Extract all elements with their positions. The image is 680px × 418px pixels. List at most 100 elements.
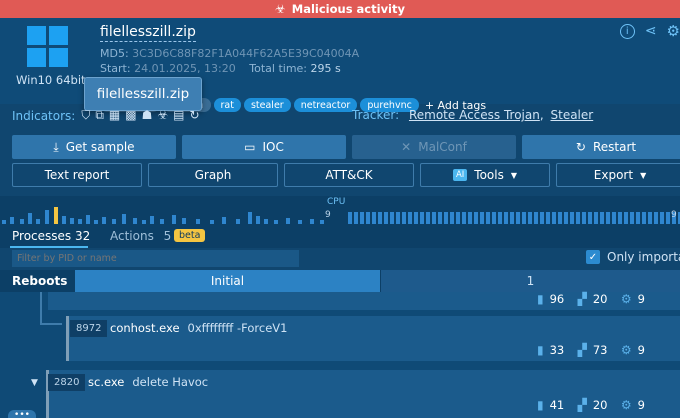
tab-actions[interactable]: Actions 5 bbox=[110, 229, 171, 243]
ai-badge: AI bbox=[452, 169, 468, 181]
timeline-number: 9 bbox=[671, 210, 677, 220]
tree-connector bbox=[40, 323, 62, 325]
process-filter-input[interactable] bbox=[12, 250, 299, 267]
timeline-bar bbox=[498, 212, 502, 224]
tracker-link-rat[interactable]: Remote Access Trojan bbox=[409, 108, 540, 122]
tabs-bar: Processes 32 Actions 5 bbox=[0, 224, 680, 248]
shield-icon[interactable]: ⛉ bbox=[81, 108, 90, 123]
ioc-button[interactable]: ▭ IOC bbox=[182, 135, 346, 159]
reboot-tab-1[interactable]: 1 bbox=[381, 270, 680, 292]
tracker: Tracker: Remote Access Trojan, Stealer bbox=[352, 108, 593, 122]
more-options-button[interactable]: ••• bbox=[8, 410, 36, 418]
tools-icon: ✕ bbox=[401, 140, 412, 154]
indicators-label: Indicators: bbox=[12, 108, 76, 123]
network-icon[interactable]: ☗ bbox=[142, 108, 153, 123]
reboot-tab-initial[interactable]: Initial bbox=[75, 270, 380, 292]
timeline-bar bbox=[122, 214, 126, 224]
stat-threads: 9 bbox=[637, 292, 645, 306]
os-label: Win10 64bit bbox=[16, 73, 86, 87]
process-row[interactable]: 8972 conhost.exe 0xffffffff -ForceV1 ▮ 33 … bbox=[66, 316, 680, 361]
tab-processes[interactable]: Processes 32 bbox=[12, 229, 90, 243]
grid-icon[interactable]: ▦ bbox=[109, 108, 120, 123]
ioc-label: IOC bbox=[262, 140, 284, 154]
export-label: Export bbox=[593, 168, 634, 182]
indicator-icons: ⛉ ⧉ ▦ ▩ ☗ ☣ ▤ ↻ bbox=[81, 108, 199, 123]
stat-modules: 20 bbox=[592, 398, 608, 412]
timeline-bar bbox=[456, 212, 460, 224]
timeline-bar bbox=[576, 212, 580, 224]
get-sample-button[interactable]: ⤓ Get sample bbox=[12, 135, 176, 159]
timeline-bar bbox=[438, 212, 442, 224]
tracker-label: Tracker: bbox=[352, 108, 400, 122]
modules-icon: ▞ bbox=[577, 343, 587, 357]
timeline-bar bbox=[522, 212, 526, 224]
collapse-caret-icon[interactable]: ▼ bbox=[31, 378, 38, 388]
share-icon[interactable]: ⋖ bbox=[645, 24, 657, 39]
timeline-bar bbox=[360, 212, 364, 224]
total-time-label: Total time: bbox=[249, 62, 308, 75]
graph-button[interactable]: Graph bbox=[148, 163, 278, 187]
process-row[interactable]: 2820 sc.exe delete Havoc ▮ 41 ▞ 20 ⚙ 9 bbox=[46, 370, 680, 418]
timeline-bar bbox=[582, 212, 586, 224]
timeline-bar bbox=[150, 216, 154, 224]
timeline-bar bbox=[654, 212, 658, 224]
timeline-bar bbox=[384, 212, 388, 224]
md5-value[interactable]: 3C3D6C88F82F1A044F62A5E39C04004A bbox=[132, 47, 359, 60]
process-stats: ▮ 41 ▞ 20 ⚙ 9 bbox=[537, 398, 666, 412]
timeline-bar bbox=[378, 212, 382, 224]
process-name: sc.exe delete Havoc bbox=[88, 375, 208, 389]
document-icon[interactable]: ▤ bbox=[173, 108, 184, 123]
reboots-label: Reboots bbox=[12, 274, 68, 288]
chevron-down-icon: ▼ bbox=[640, 170, 647, 180]
biohazard-icon[interactable]: ☣ bbox=[157, 108, 168, 123]
timeline-bar bbox=[408, 212, 412, 224]
timeline-bar bbox=[54, 207, 58, 224]
timeline-bar bbox=[546, 212, 550, 224]
windows-icon[interactable]: ⧉ bbox=[95, 108, 104, 123]
only-important-toggle[interactable]: ✓ Only important bbox=[586, 250, 680, 264]
process-row[interactable]: ▮ 96 ▞ 20 ⚙ 9 bbox=[48, 292, 680, 310]
timeline-bar bbox=[636, 212, 640, 224]
gear-icon[interactable]: ⚙ bbox=[667, 24, 680, 39]
timeline-bar bbox=[666, 212, 670, 224]
tools-dropdown[interactable]: AI Tools ▼ bbox=[420, 163, 550, 187]
export-dropdown[interactable]: Export ▼ bbox=[556, 163, 680, 187]
tag-chip[interactable]: stealer bbox=[243, 98, 291, 112]
checkbox-checked-icon[interactable]: ✓ bbox=[586, 250, 600, 264]
md5-label: MD5: bbox=[100, 47, 129, 60]
tag-chip[interactable]: netreactor bbox=[293, 98, 358, 112]
timeline-bar bbox=[540, 212, 544, 224]
timeline-bar bbox=[248, 212, 252, 224]
cpu-label: CPU bbox=[327, 197, 346, 207]
process-exe: conhost.exe bbox=[110, 321, 180, 335]
indicators: Indicators: ⛉ ⧉ ▦ ▩ ☗ ☣ ▤ ↻ bbox=[12, 108, 200, 123]
total-time-value: 295 s bbox=[310, 62, 341, 75]
timeline-bar bbox=[552, 212, 556, 224]
tools-label: Tools bbox=[474, 168, 504, 182]
timeline-bar bbox=[426, 212, 430, 224]
timeline-bar bbox=[45, 210, 49, 224]
timeline-bar bbox=[648, 212, 652, 224]
malicious-activity-banner: ☣ Malicious activity bbox=[0, 0, 680, 18]
report-buttons: Text report Graph ATT&CK AI Tools ▼ Expo… bbox=[12, 163, 680, 187]
file-title[interactable]: filellesszill.zip bbox=[100, 24, 196, 42]
timeline-bar bbox=[534, 212, 538, 224]
timeline-bar bbox=[396, 212, 400, 224]
text-report-button[interactable]: Text report bbox=[12, 163, 142, 187]
malconf-button[interactable]: ✕ MalConf bbox=[352, 135, 516, 159]
timeline-bar bbox=[432, 212, 436, 224]
modules-icon: ▞ bbox=[577, 398, 587, 412]
tag-chip[interactable]: rat bbox=[213, 98, 241, 112]
refresh-icon[interactable]: ↻ bbox=[189, 108, 199, 123]
file-icon: ▮ bbox=[537, 292, 544, 306]
text-report-label: Text report bbox=[44, 168, 110, 182]
tracker-link-stealer[interactable]: Stealer bbox=[551, 108, 594, 122]
attck-button[interactable]: ATT&CK bbox=[284, 163, 414, 187]
info-icon[interactable]: i bbox=[619, 24, 635, 39]
restart-button[interactable]: ↻ Restart bbox=[522, 135, 680, 159]
timeline-bar bbox=[660, 212, 664, 224]
stat-threads: 9 bbox=[637, 398, 645, 412]
activity-timeline[interactable]: CPU 9 9 bbox=[0, 196, 680, 224]
chip-icon[interactable]: ▩ bbox=[125, 108, 136, 123]
timeline-bar bbox=[630, 212, 634, 224]
